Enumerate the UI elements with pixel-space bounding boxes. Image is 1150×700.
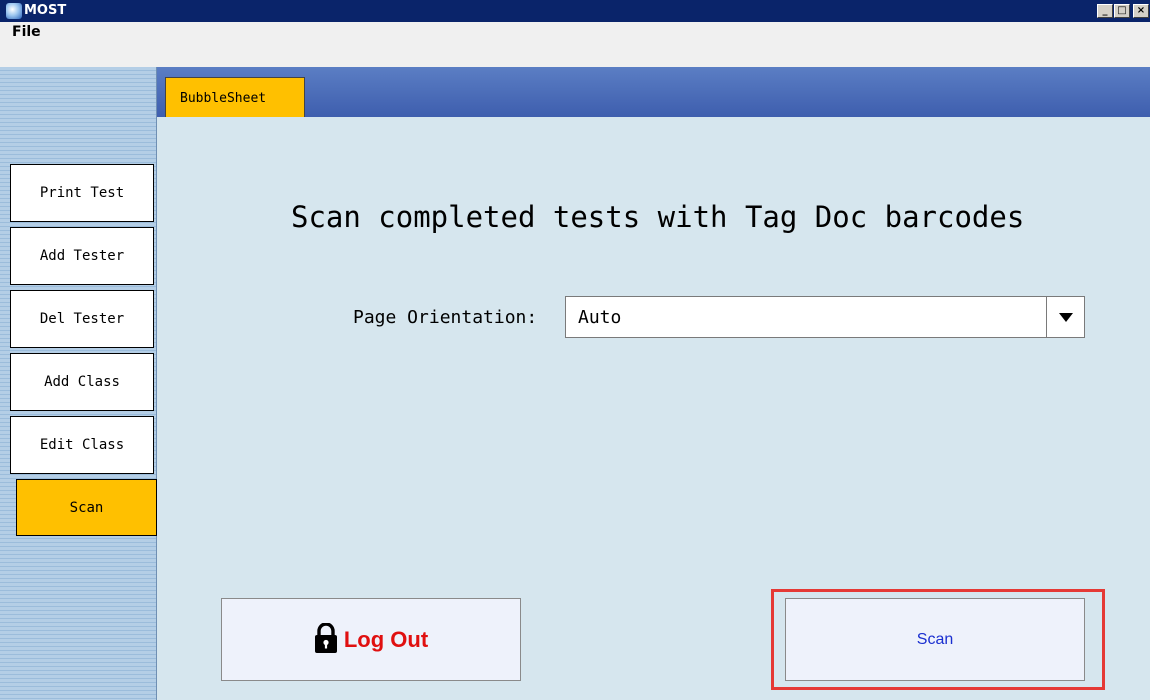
sidebar-item-add-tester[interactable]: Add Tester bbox=[10, 227, 154, 285]
chevron-down-icon[interactable] bbox=[1046, 297, 1084, 337]
window-title: MOST bbox=[24, 3, 67, 18]
page-title: Scan completed tests with Tag Doc barcod… bbox=[291, 200, 1025, 234]
logout-button[interactable]: Log Out bbox=[221, 598, 521, 681]
logout-label: Log Out bbox=[343, 626, 429, 652]
tab-strip: BubbleSheet bbox=[157, 67, 1150, 117]
lock-icon bbox=[314, 621, 338, 657]
sidebar-item-print-test[interactable]: Print Test bbox=[10, 164, 154, 222]
sidebar-item-edit-class[interactable]: Edit Class bbox=[10, 416, 154, 474]
tab-bubblesheet[interactable]: BubbleSheet bbox=[165, 77, 305, 117]
minimize-button[interactable]: _ bbox=[1097, 4, 1113, 18]
title-bar: MOST _ □ × bbox=[0, 0, 1150, 22]
page-orientation-value: Auto bbox=[578, 307, 622, 328]
menu-file[interactable]: File bbox=[12, 24, 41, 40]
maximize-button[interactable]: □ bbox=[1114, 4, 1130, 18]
sidebar-item-del-tester[interactable]: Del Tester bbox=[10, 290, 154, 348]
menu-bar: File bbox=[0, 22, 1150, 67]
scan-label: Scan bbox=[916, 630, 954, 648]
page-orientation-select[interactable]: Auto bbox=[565, 296, 1085, 338]
sidebar-item-add-class[interactable]: Add Class bbox=[10, 353, 154, 411]
close-button[interactable]: × bbox=[1133, 4, 1149, 18]
sidebar-item-scan[interactable]: Scan bbox=[16, 479, 157, 536]
app-globe-icon bbox=[6, 3, 22, 19]
scan-button[interactable]: Scan bbox=[785, 598, 1085, 681]
page-orientation-label: Page Orientation: bbox=[353, 307, 538, 328]
